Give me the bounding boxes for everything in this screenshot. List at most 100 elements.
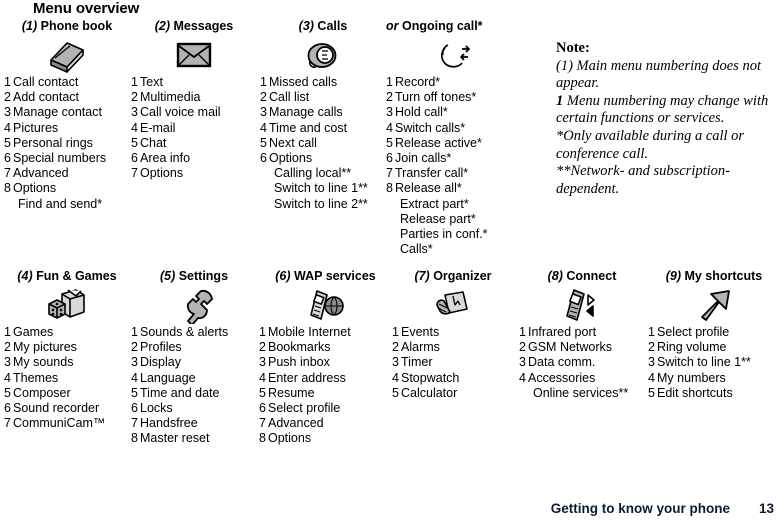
menu-item-label: Options — [268, 431, 312, 446]
menu-item-index: 6 — [259, 400, 266, 415]
menu-item-label: Locks — [140, 400, 173, 415]
menu-title: Phone book — [37, 19, 113, 33]
menu-item: 1 Record* — [386, 75, 526, 90]
menu-item-index: 2 — [519, 340, 526, 355]
menu-title: Ongoing call* — [398, 19, 483, 33]
menu-heading-organizer: (7) Organizer — [392, 268, 514, 285]
menu-item-index: 8 — [259, 431, 266, 446]
menu-number: (5) — [159, 269, 176, 283]
menu-item-label: Missed calls — [269, 75, 338, 89]
menu-item-label: Ring volume — [657, 340, 727, 355]
menu-item: Switch to line 1** — [260, 181, 386, 196]
menu-item-label: Mobile Internet — [268, 325, 351, 339]
menu-item-label: Switch to line 2** — [274, 196, 368, 211]
menu-item-label: Calling local** — [274, 166, 352, 181]
menu-item: 3 Switch to line 1** — [648, 355, 780, 370]
menu-item-index: 1 — [260, 75, 267, 89]
menu-item: Calling local** — [260, 166, 386, 181]
menu-item: 4 Enter address — [259, 371, 392, 386]
menu-item-index: 3 — [519, 355, 526, 370]
menu-item-label: Release active* — [395, 135, 482, 150]
menu-item-label: Resume — [268, 385, 315, 400]
menu-item-label: Call contact — [13, 75, 79, 89]
menu-item-label: Turn off tones* — [395, 90, 477, 105]
menu-title: Fun & Games — [32, 269, 117, 283]
menu-item: 2 Multimedia — [131, 90, 257, 105]
note-heading: Note: — [556, 40, 590, 56]
menu-item-label: Advanced — [13, 166, 69, 181]
menu-item-label: E-mail — [140, 120, 176, 135]
menu-item: 5 Chat — [131, 136, 257, 151]
menu-item-label: Release all* — [395, 181, 462, 196]
menu-item-index: 3 — [386, 105, 393, 120]
menu-item: 1 Mobile Internet — [259, 325, 392, 340]
menu-item: 6 Select profile — [259, 401, 392, 416]
menu-item-index: 3 — [392, 355, 399, 370]
menu-item-label: Area info — [140, 150, 191, 165]
menu-item-index: 6 — [131, 400, 138, 415]
menu-title: Messages — [170, 19, 234, 33]
menu-item: 3 Timer — [392, 355, 514, 370]
menu-item-label: Events — [401, 325, 440, 339]
menu-item-label: Transfer call* — [395, 166, 469, 181]
menu-item-label: Personal rings — [13, 135, 93, 150]
menu-heading-fun-games: (4) Fun & Games — [4, 268, 130, 285]
menu-item-label: Switch calls* — [395, 120, 466, 135]
menu-item-label: Timer — [401, 355, 433, 370]
menu-item-label: Time and cost — [269, 120, 348, 135]
menu-item: 4 My numbers — [648, 371, 780, 386]
menu-item: 1 Missed calls — [260, 75, 386, 90]
menu-item: 4 Accessories — [519, 371, 645, 386]
menu-item-label: Switch to line 1** — [657, 355, 751, 370]
menu-item-label: Call list — [269, 90, 310, 105]
menu-item-index: 5 — [4, 135, 11, 150]
menu-item: 5 Calculator — [392, 386, 514, 401]
menu-item-index: 2 — [259, 340, 266, 355]
menu-item-label: Multimedia — [140, 90, 201, 105]
menu-item-index: 1 — [131, 75, 138, 89]
menu-item-index: 7 — [4, 416, 11, 431]
menu-item: 1 Events — [392, 325, 514, 340]
menu-item-label: My pictures — [13, 340, 77, 355]
menu-item: 1 Call contact — [4, 75, 130, 90]
menu-item: 5 Edit shortcuts — [648, 386, 780, 401]
menu-item-index: 2 — [260, 90, 267, 105]
menu-item: 3 Display — [131, 355, 257, 370]
page-title: Menu overview — [33, 0, 140, 17]
menu-item: 1 Games — [4, 325, 130, 340]
menu-item: Extract part* — [386, 197, 526, 212]
menu-item-label: Push inbox — [268, 355, 330, 370]
menu-item-label: Profiles — [140, 340, 182, 355]
envelope-icon — [131, 35, 257, 75]
menu-item-index: 5 — [259, 385, 266, 400]
menu-item-index: 2 — [4, 340, 11, 355]
menu-number: (1) — [21, 19, 38, 33]
menu-title: Settings — [175, 269, 229, 283]
menu-item-index: 2 — [648, 340, 655, 355]
menu-item: 3 Push inbox — [259, 355, 392, 370]
menu-title: My shortcuts — [681, 269, 763, 283]
menu-item-list: 1 Text 2 Multimedia 3 Call voice mail 4 E-mail 5… — [131, 75, 257, 181]
menu-item-index: 3 — [131, 355, 138, 370]
note-line-2-body: Menu numbering may change with certain f… — [556, 92, 769, 127]
menu-item: 6 Sound recorder — [4, 401, 130, 416]
menu-item-label: Parties in conf.* — [400, 226, 488, 241]
menu-item-index: 1 — [4, 75, 11, 89]
menu-item-index: 5 — [260, 135, 267, 150]
menu-item-index: 1 — [392, 325, 399, 339]
calendar-icon — [392, 285, 514, 325]
menu-item-index: 6 — [4, 400, 11, 415]
menu-item-index: 5 — [386, 135, 393, 150]
menu-item: 3 Hold call* — [386, 105, 526, 120]
menu-item-label: Sound recorder — [13, 400, 100, 415]
menu-heading-ongoing-call: or Ongoing call* — [386, 18, 526, 35]
menu-item-index: 6 — [386, 150, 393, 165]
menu-title: Calls — [313, 19, 348, 33]
menu-item: 5 Release active* — [386, 136, 526, 151]
menu-item-label: Stopwatch — [401, 370, 460, 385]
menu-item: 6 Join calls* — [386, 151, 526, 166]
menu-item-index: 4 — [131, 370, 138, 385]
note-line-2: 1 Menu numbering may change with certain… — [556, 93, 780, 128]
menu-item-index: 8 — [386, 181, 393, 196]
menu-item-index: 3 — [260, 105, 267, 120]
